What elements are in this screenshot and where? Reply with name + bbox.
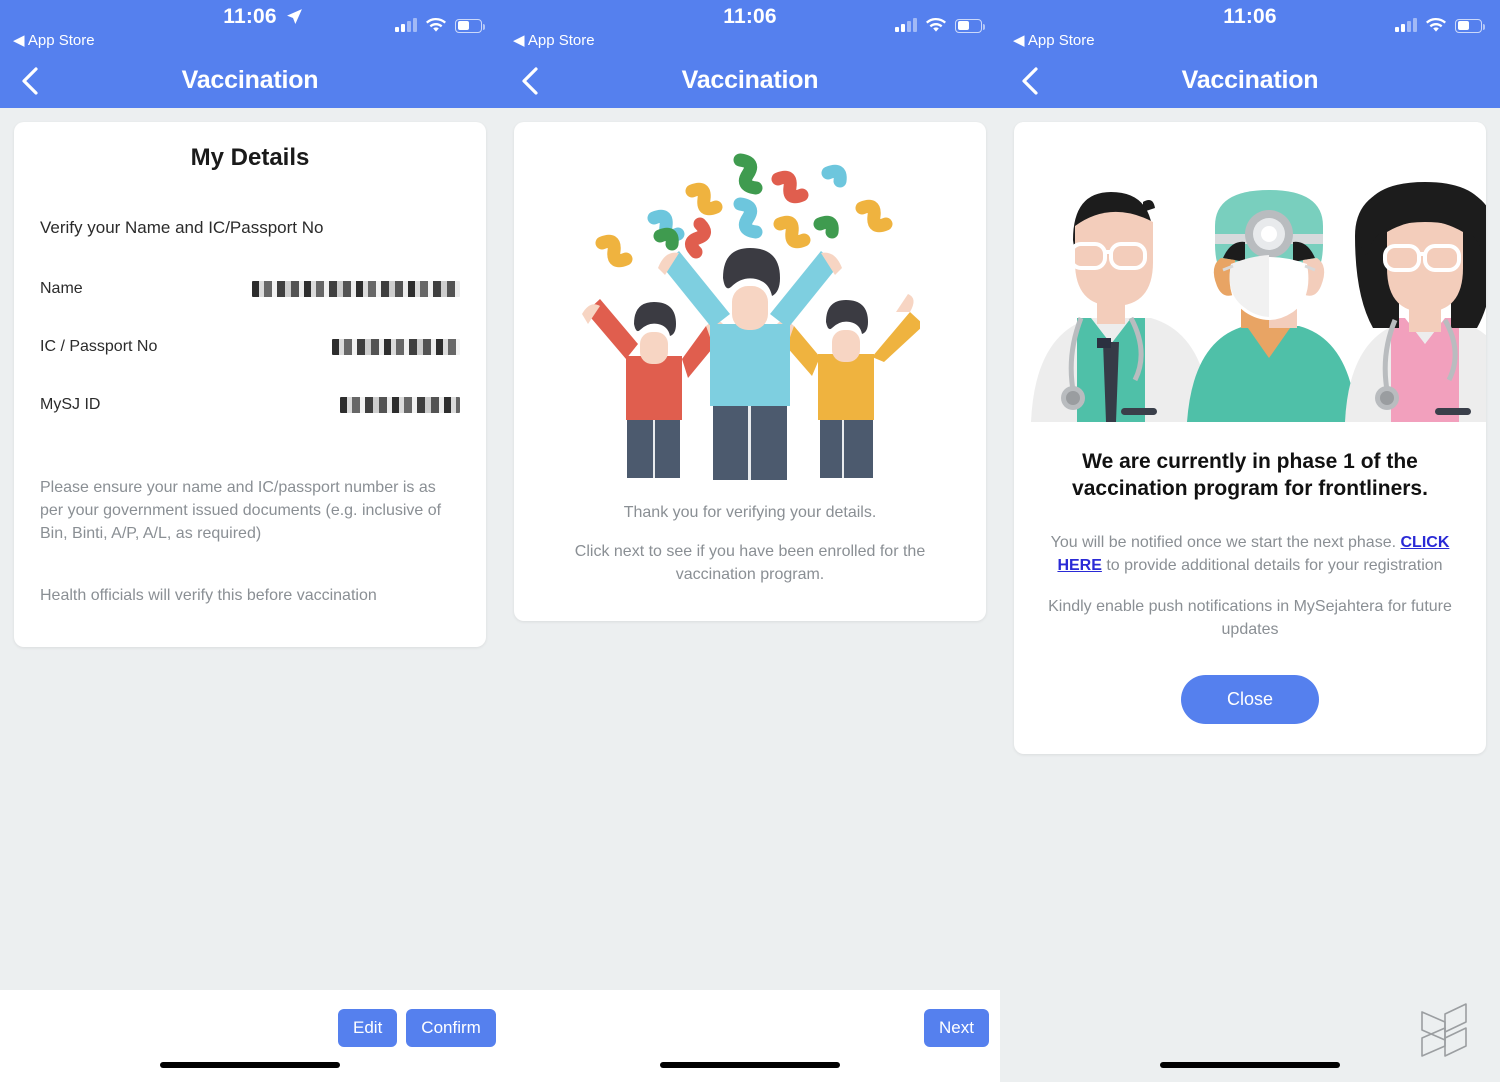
- phase-body-before-link: You will be notified once we start the n…: [1050, 533, 1401, 551]
- verify-instruction: Verify your Name and IC/Passport No: [40, 218, 324, 237]
- page-title: Vaccination: [681, 66, 819, 94]
- cellular-signal-icon: [1395, 18, 1417, 32]
- page-title: Vaccination: [181, 66, 319, 94]
- phase-notification-text: You will be notified once we start the n…: [1014, 503, 1486, 577]
- field-row-name: Name: [40, 280, 460, 298]
- phone-body: 11:06 ◀ App Store: [1000, 0, 1500, 1082]
- page-title: Vaccination: [1181, 66, 1319, 94]
- edit-button[interactable]: Edit: [338, 1009, 398, 1047]
- note-health-officials: Health officials will verify this before…: [40, 586, 377, 604]
- nav-bar: Vaccination: [0, 54, 500, 108]
- status-bar-time: 11:06: [723, 5, 777, 28]
- wifi-icon: [1426, 18, 1446, 32]
- status-bar-time: 11:06: [223, 5, 277, 28]
- celebrating-people-confetti-illustration: [582, 153, 920, 480]
- field-label-name: Name: [40, 280, 83, 297]
- cellular-signal-icon: [895, 18, 917, 32]
- thank-you-card: Thank you for verifying your details. Cl…: [514, 122, 986, 621]
- status-bar: 11:06 ◀ App Store: [500, 0, 1000, 54]
- status-bar-back-to-app-store[interactable]: ◀ App Store: [513, 31, 595, 49]
- thank-you-line-1: Thank you for verifying your details.: [623, 504, 877, 521]
- status-bar-time: 11:06: [1223, 5, 1277, 28]
- home-indicator-panel-1[interactable]: [160, 1062, 340, 1068]
- home-indicator-panel-2[interactable]: [660, 1062, 840, 1068]
- location-arrow-icon: [286, 9, 302, 24]
- wifi-icon: [926, 18, 946, 32]
- panel-1-content: My Details Verify your Name and IC/Passp…: [0, 108, 500, 1082]
- status-bar-indicators: [895, 18, 985, 33]
- cellular-signal-icon: [395, 18, 417, 32]
- battery-icon: [1455, 18, 1485, 33]
- phone-body: 11:06 ◀ App Store: [0, 0, 500, 1082]
- panel-2-content: Thank you for verifying your details. Cl…: [500, 108, 1000, 1082]
- phase-title: We are currently in phase 1 of the vacci…: [1072, 450, 1428, 501]
- nav-bar: Vaccination: [500, 54, 1000, 108]
- medical-team-doctors-illustration: [1015, 122, 1486, 422]
- phone-screen-thank-you: 11:06 ◀ App Store Vaccination Thank you …: [500, 0, 1000, 1082]
- battery-icon: [955, 18, 985, 33]
- field-value-mysj-id-redacted: [340, 397, 460, 413]
- status-bar-back-to-app-store[interactable]: ◀ App Store: [13, 31, 95, 49]
- phase-body-after-link: to provide additional details for your r…: [1101, 556, 1443, 574]
- status-bar-back-to-app-store[interactable]: ◀ App Store: [1013, 31, 1095, 49]
- field-value-ic-passport-redacted: [332, 339, 460, 355]
- wireframe-s-logo-icon: [1421, 1003, 1467, 1057]
- home-indicator-panel-3[interactable]: [1160, 1062, 1340, 1068]
- close-button-wrap: Close: [1014, 675, 1486, 725]
- edit-confirm-button-group: Edit Confirm: [338, 1009, 496, 1047]
- bottom-action-bar: Edit Confirm Next: [0, 990, 1000, 1082]
- my-details-card: My Details Verify your Name and IC/Passp…: [14, 122, 486, 647]
- panel-3-content: We are currently in phase 1 of the vacci…: [1000, 108, 1500, 1082]
- status-bar-indicators: [395, 18, 485, 33]
- phone-body: 11:06 ◀ App Store: [500, 0, 1000, 1082]
- status-bar: 11:06 ◀ App Store: [1000, 0, 1500, 54]
- card-title: My Details: [190, 144, 310, 171]
- phone-screen-my-details: 11:06 ◀ App Store Vaccination My Details…: [0, 0, 500, 1082]
- close-button[interactable]: Close: [1180, 675, 1320, 725]
- screenshot-root: 11:06 ◀ App Store Vaccination My Details…: [0, 0, 1500, 1082]
- battery-icon: [455, 18, 485, 33]
- status-bar: 11:06 ◀ App Store: [0, 0, 500, 54]
- next-button[interactable]: Next: [924, 1009, 989, 1047]
- phase-info-card: We are currently in phase 1 of the vacci…: [1014, 122, 1486, 755]
- wifi-icon: [426, 18, 446, 32]
- note-documents: Please ensure your name and IC/passport …: [40, 479, 442, 543]
- status-bar-indicators: [1395, 18, 1485, 33]
- field-row-mysj-id: MySJ ID: [40, 396, 460, 414]
- field-value-name-redacted: [252, 281, 460, 297]
- field-row-ic-passport: IC / Passport No: [40, 338, 460, 356]
- field-label-mysj-id: MySJ ID: [40, 396, 101, 413]
- confirm-button[interactable]: Confirm: [406, 1009, 496, 1047]
- phase-push-notification-text: Kindly enable push notifications in MySe…: [1048, 597, 1452, 639]
- thank-you-line-2: Click next to see if you have been enrol…: [574, 543, 926, 584]
- notes-block: Please ensure your name and IC/passport …: [40, 476, 460, 607]
- field-label-ic-passport: IC / Passport No: [40, 338, 158, 355]
- phone-screen-phase-info: 11:06 ◀ App Store Vaccination We are cur…: [1000, 0, 1500, 1082]
- nav-bar: Vaccination: [1000, 54, 1500, 108]
